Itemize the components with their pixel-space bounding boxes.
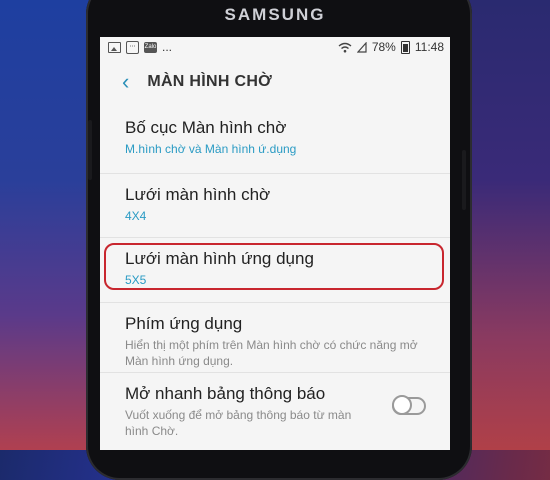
app-notification-icon: ⋯ (126, 40, 139, 54)
battery-percent: 78% (371, 40, 396, 54)
more-notifications: ... (162, 40, 173, 54)
setting-apps-button[interactable]: Phím ứng dụng Hiển thị một phím trên Màn… (100, 302, 450, 368)
clock: 11:48 (414, 40, 444, 54)
setting-title: Bố cục Màn hình chờ (125, 118, 287, 137)
phone-power-button (462, 150, 466, 210)
phone-screen: ⋯ Zalo ... 78% 11:48 ‹ MÀN HÌNH CHỜ Bố c… (100, 37, 450, 450)
setting-apps-grid[interactable]: Lưới màn hình ứng dụng 5X5 (100, 237, 450, 292)
setting-value: 4X4 (125, 209, 147, 223)
notification-panel-toggle[interactable] (392, 395, 426, 415)
zalo-icon: Zalo (144, 41, 157, 53)
gallery-icon (108, 41, 121, 53)
page-header: ‹ MÀN HÌNH CHỜ (100, 57, 450, 107)
setting-title: Mở nhanh bảng thông báo (125, 384, 326, 403)
battery-icon (400, 40, 410, 54)
setting-description: Hiển thị một phím trên Màn hình chờ có c… (125, 338, 418, 368)
setting-value: M.hình chờ và Màn hình ứ.dụng (125, 142, 297, 156)
setting-title: Lưới màn hình chờ (125, 185, 271, 204)
highlight-outline (104, 243, 444, 290)
setting-title: Phím ứng dụng (125, 314, 243, 333)
wifi-icon (338, 42, 352, 52)
page-title: MÀN HÌNH CHỜ (147, 73, 273, 90)
device-brand: SAMSUNG (224, 5, 326, 24)
setting-home-layout[interactable]: Bố cục Màn hình chờ M.hình chờ và Màn hì… (100, 107, 450, 162)
phone-side-button (88, 120, 92, 180)
signal-icon (356, 41, 367, 53)
status-bar: ⋯ Zalo ... 78% 11:48 (100, 37, 450, 57)
setting-quick-notification-panel[interactable]: Mở nhanh bảng thông báo Vuốt xuống để mở… (100, 372, 450, 438)
setting-home-grid[interactable]: Lưới màn hình chờ 4X4 (100, 173, 450, 228)
setting-description: Vuốt xuống để mở bảng thông báo từ màn h… (125, 408, 352, 438)
back-arrow-icon[interactable]: ‹ (122, 71, 129, 93)
